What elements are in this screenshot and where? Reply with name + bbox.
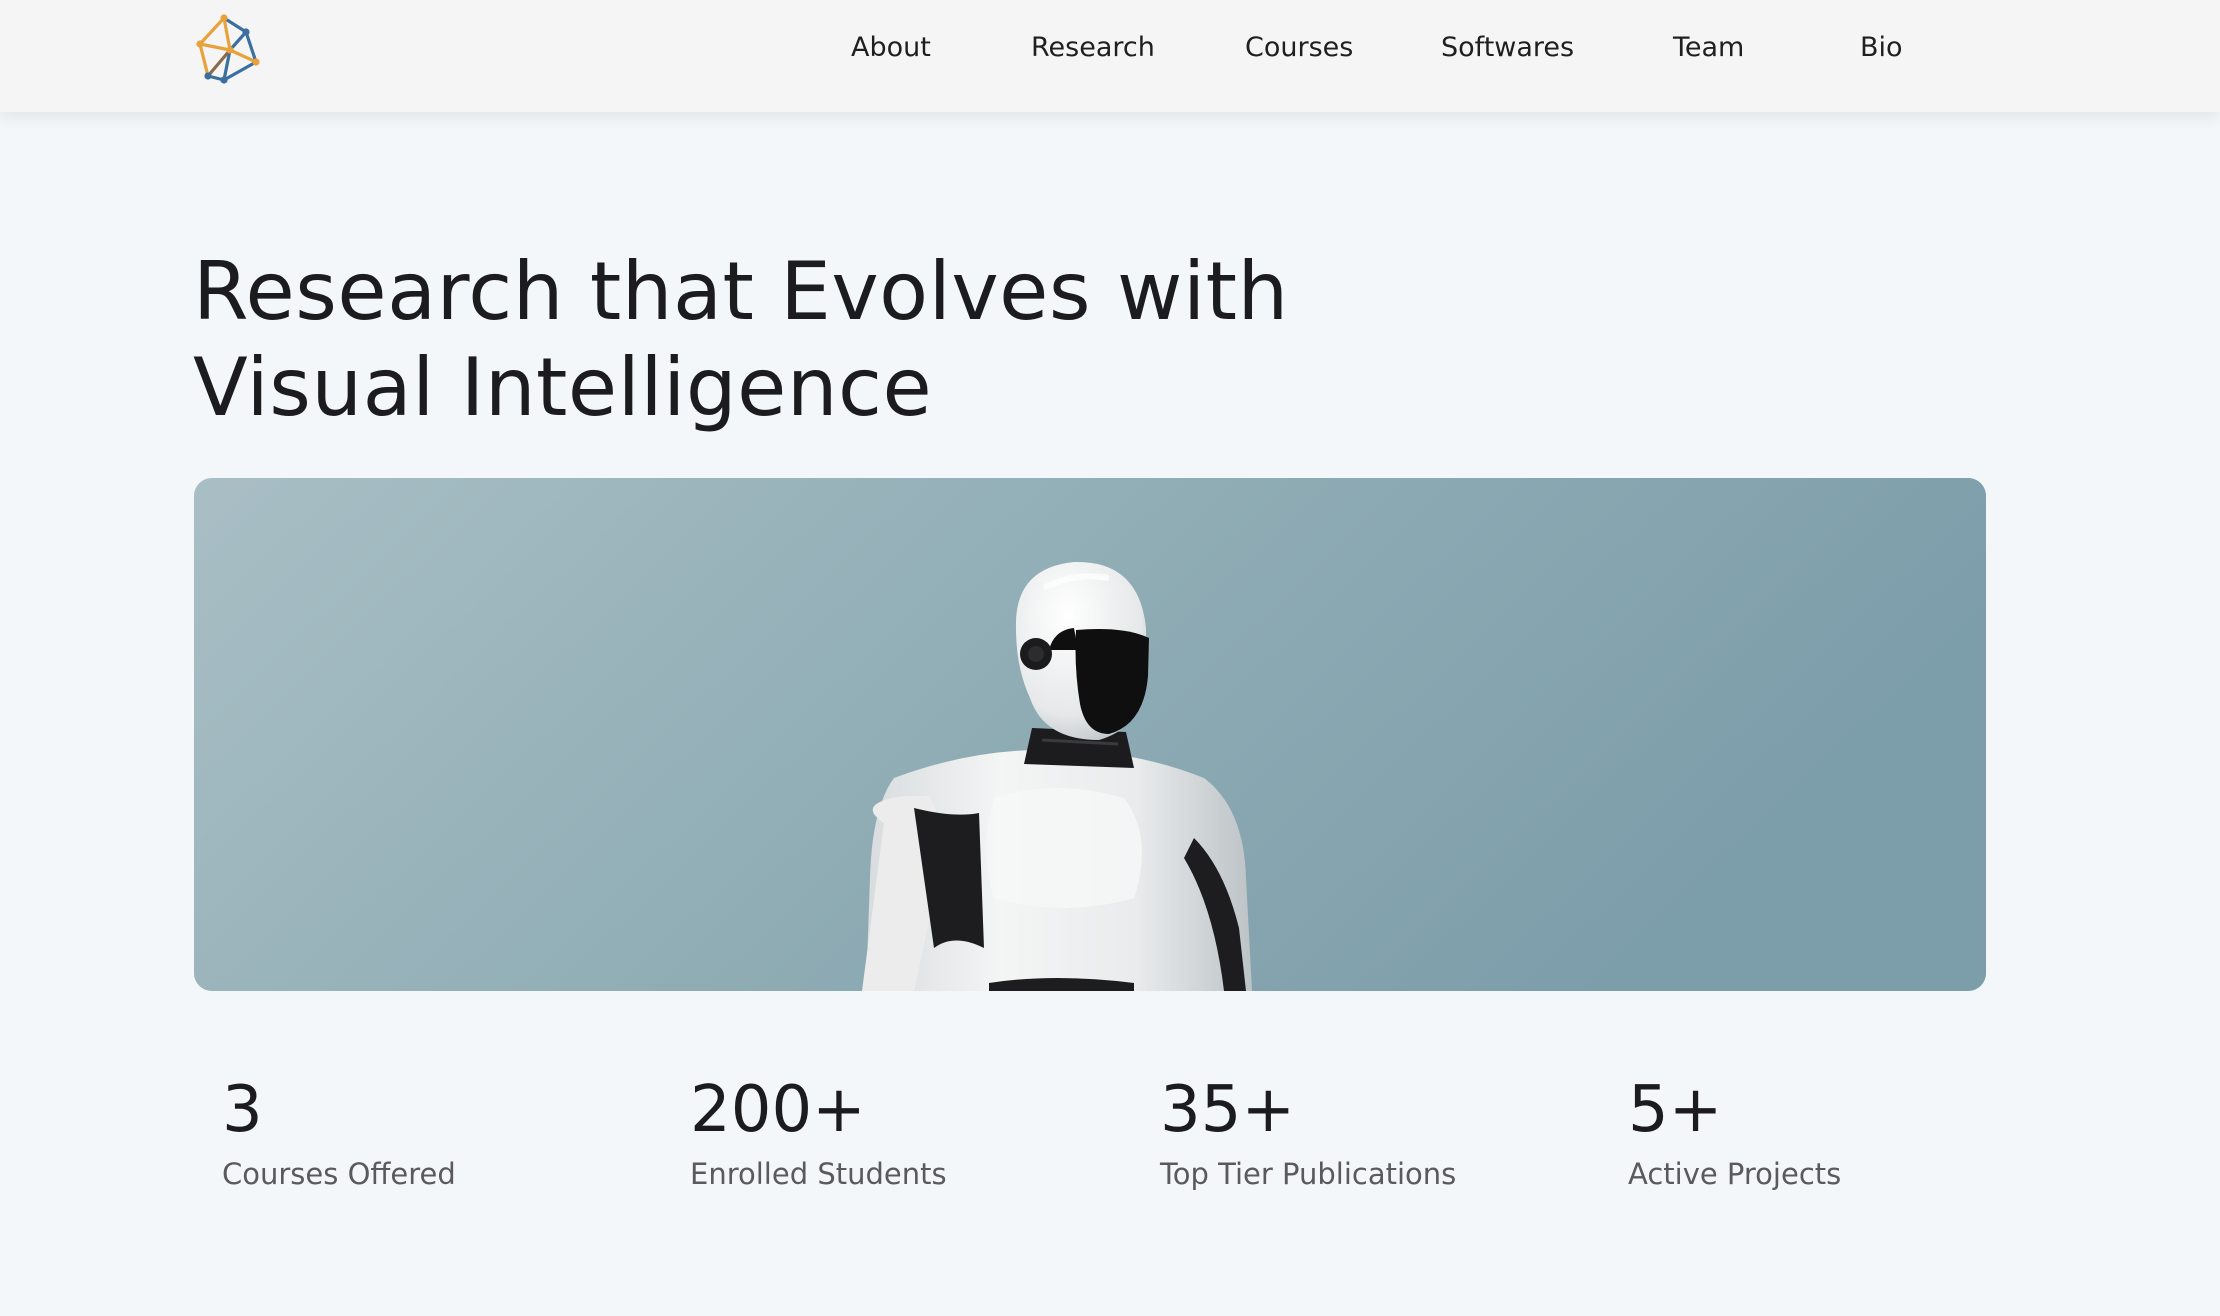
hero-title-line-1: Research that Evolves with [193,245,1289,338]
nav-bio[interactable]: Bio [1860,32,1903,63]
stat-courses: 3 Courses Offered [222,1070,456,1194]
stat-projects: 5+ Active Projects [1628,1070,1841,1194]
stat-value: 35+ [1160,1073,1296,1147]
stat-publications: 35+ Top Tier Publications [1160,1070,1456,1194]
nav-research[interactable]: Research [1031,32,1155,63]
stat-label: Courses Offered [222,1157,456,1191]
humanoid-robot-image [194,478,1986,991]
main-nav: About Research Courses Softwares Team Bi… [0,0,2220,100]
nav-team[interactable]: Team [1673,32,1744,63]
stat-label: Active Projects [1628,1157,1842,1191]
site-header: About Research Courses Softwares Team Bi… [0,0,2220,112]
stat-value: 200+ [690,1073,866,1147]
hero-title: Research that Evolves with Visual Intell… [193,244,1593,436]
nav-softwares[interactable]: Softwares [1441,32,1574,63]
nav-about[interactable]: About [851,32,931,63]
hero-title-line-2: Visual Intelligence [193,341,933,434]
stat-students: 200+ Enrolled Students [690,1070,947,1194]
stats-row: 3 Courses Offered 200+ Enrolled Students… [0,1070,2220,1210]
stat-value: 5+ [1628,1073,1723,1147]
stat-value: 3 [222,1073,263,1147]
nav-courses[interactable]: Courses [1245,32,1353,63]
stat-label: Enrolled Students [690,1157,947,1191]
stat-label: Top Tier Publications [1160,1157,1457,1191]
